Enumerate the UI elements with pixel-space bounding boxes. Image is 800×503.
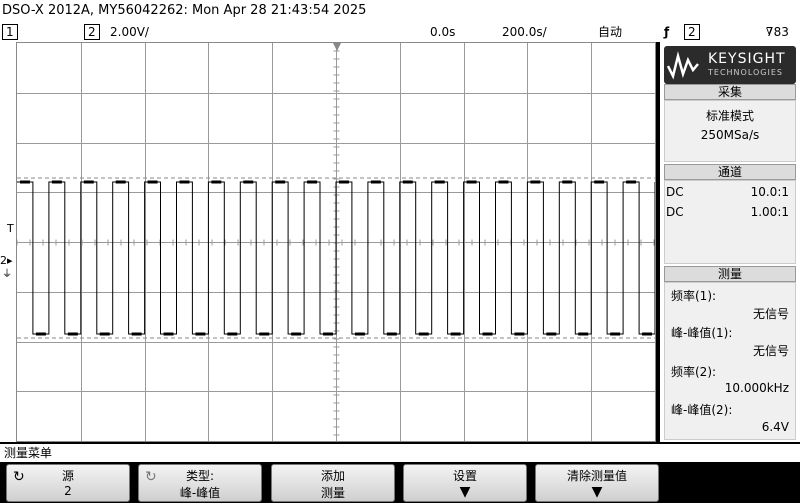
horizontal-delay: 0.0s: [430, 25, 456, 39]
measurement-label: 峰-峰值(1):: [671, 326, 733, 340]
square-wave-trace: [17, 181, 656, 335]
measurement-value: 6.4V: [761, 420, 789, 434]
menu-title: 测量菜单: [0, 444, 800, 462]
status-bar: 1 2 2.00V/ 0.0s 200.0s/ 自动 ƒ 2 783 V: [0, 22, 800, 42]
measurement-value: 无信号: [752, 344, 789, 358]
timebase-scale: 200.0s/: [502, 25, 547, 39]
channels-header: 通道: [664, 164, 796, 180]
info-panel: KEYSIGHT TECHNOLOGIES 采集 标准模式 250MSa/s 通…: [660, 42, 800, 442]
channel-2-scale: 2.00V/: [110, 25, 149, 39]
trigger-edge-icon: ƒ: [664, 25, 670, 39]
source-softkey[interactable]: ↻ 源 2: [6, 464, 130, 502]
volt-unit-icon: V: [766, 27, 773, 37]
acquisition-header: 采集: [664, 84, 796, 100]
trigger-level-marker: T: [7, 222, 14, 235]
trigger-mode: 自动: [598, 25, 623, 39]
keysight-wave-icon: [666, 51, 699, 80]
channel-2-probe: 1.00:1: [750, 205, 789, 219]
measurements-panel[interactable]: 频率(1): 无信号 峰-峰值(1): 无信号 频率(2): 10.000kHz…: [664, 282, 796, 440]
clear-measurements-softkey[interactable]: 清除测量值 ▼: [535, 464, 659, 502]
measurement-value: 无信号: [752, 307, 789, 321]
ground-icon: ⏚: [2, 269, 12, 280]
settings-softkey[interactable]: 设置 ▼: [403, 464, 527, 502]
type-softkey[interactable]: ↻ 类型: 峰-峰值: [138, 464, 262, 502]
measurement-label: 峰-峰值(2):: [671, 403, 733, 417]
trigger-position-icon: [333, 43, 341, 51]
channel-2-trace: [17, 180, 656, 336]
measurement-label: 频率(2):: [671, 365, 717, 379]
down-arrow-icon: ▼: [591, 484, 603, 500]
channels-panel[interactable]: DC 10.0:1 DC 1.00:1: [664, 180, 796, 264]
measurement-value: 10.000kHz: [724, 381, 789, 395]
acquisition-mode: 标准模式: [705, 109, 754, 123]
down-arrow-icon: ▼: [459, 484, 471, 500]
add-measurement-softkey[interactable]: 添加 测量: [271, 464, 395, 502]
keysight-logo: KEYSIGHT TECHNOLOGIES: [664, 46, 796, 84]
left-marker-strip: T 2▸ ⏚: [0, 42, 16, 442]
softkey-bar: ↻ 源 2 ↻ 类型: 峰-峰值 添加 测量 设置 ▼ 清除测量值 ▼: [0, 462, 800, 503]
waveform-display: [16, 42, 656, 442]
measurement-label: 频率(1):: [671, 289, 717, 303]
window-title: DSO-X 2012A, MY56042262: Mon Apr 28 21:4…: [0, 0, 800, 22]
acquisition-panel[interactable]: 标准模式 250MSa/s: [664, 100, 796, 162]
channel-1-probe: 10.0:1: [750, 185, 789, 199]
sample-rate: 250MSa/s: [700, 128, 760, 142]
measurements-header: 测量: [664, 266, 796, 282]
waveform-svg: [16, 42, 656, 441]
